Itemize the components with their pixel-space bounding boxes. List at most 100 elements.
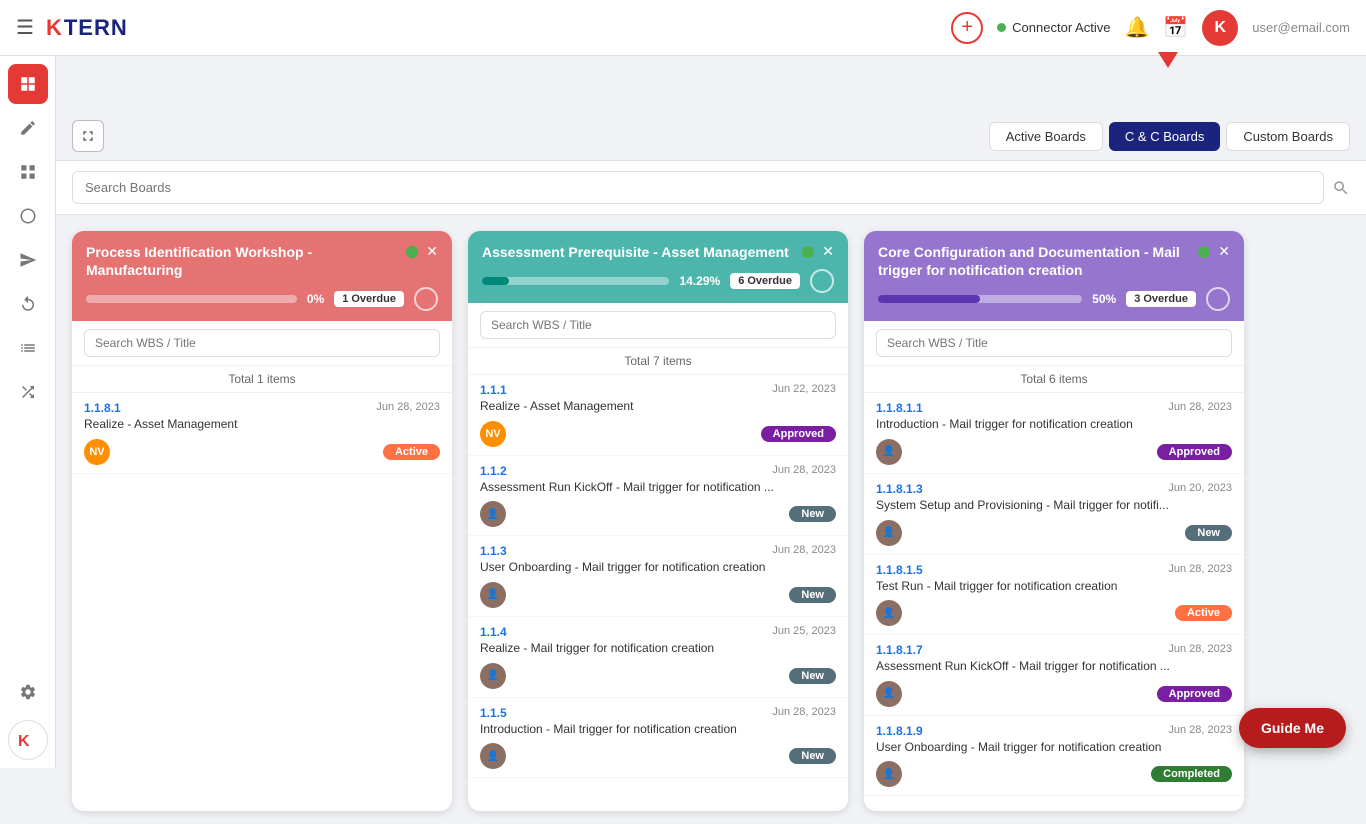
item-date: Jun 28, 2023 bbox=[772, 706, 836, 720]
item-wbs: 1.1.8.1 bbox=[84, 401, 121, 415]
board-body-3: Total 6 items 1.1.8.1.1 Jun 28, 2023 Int… bbox=[864, 321, 1244, 811]
item-row3: 👤 New bbox=[480, 582, 836, 608]
item-row3: 👤 Approved bbox=[876, 439, 1232, 465]
board-item: 1.1.1 Jun 22, 2023 Realize - Asset Manag… bbox=[468, 375, 848, 456]
item-wbs: 1.1.8.1.5 bbox=[876, 563, 923, 577]
item-title: User Onboarding - Mail trigger for notif… bbox=[876, 740, 1232, 756]
arrow-indicator bbox=[1158, 52, 1178, 68]
status-badge: Completed bbox=[1151, 766, 1232, 782]
sidebar-item-settings[interactable] bbox=[8, 672, 48, 712]
sidebar-item-list[interactable] bbox=[8, 328, 48, 368]
sidebar-item-edit[interactable] bbox=[8, 108, 48, 148]
item-wbs: 1.1.8.1.1 bbox=[876, 401, 923, 415]
board-tabs: Active Boards C & C Boards Custom Boards bbox=[56, 112, 1366, 161]
item-date: Jun 28, 2023 bbox=[1168, 401, 1232, 415]
svg-text:K: K bbox=[18, 733, 30, 750]
sidebar-item-redo[interactable] bbox=[8, 284, 48, 324]
board-item: 1.1.5 Jun 28, 2023 Introduction - Mail t… bbox=[468, 698, 848, 779]
board-search-3 bbox=[864, 321, 1244, 366]
circle-btn-3[interactable] bbox=[1206, 287, 1230, 311]
add-button[interactable]: + bbox=[951, 12, 983, 44]
item-avatar-img: 👤 bbox=[876, 520, 902, 546]
item-date: Jun 25, 2023 bbox=[772, 625, 836, 639]
sidebar-bottom: K bbox=[8, 672, 48, 760]
progress-bar-fill-3 bbox=[878, 295, 980, 303]
item-avatar-img: 👤 bbox=[480, 663, 506, 689]
status-badge: New bbox=[789, 587, 836, 603]
board-header-top-2: Assessment Prerequisite - Asset Manageme… bbox=[482, 243, 834, 261]
guide-me-button[interactable]: Guide Me bbox=[1239, 708, 1346, 748]
item-date: Jun 28, 2023 bbox=[1168, 643, 1232, 657]
progress-bar-bg-1 bbox=[86, 295, 297, 303]
close-icon-2[interactable]: ✕ bbox=[822, 243, 834, 260]
sidebar-item-send[interactable] bbox=[8, 240, 48, 280]
progress-bar-fill-2 bbox=[482, 277, 509, 285]
board-search-input-3[interactable] bbox=[876, 329, 1232, 357]
board-item: 1.1.3 Jun 28, 2023 User Onboarding - Mai… bbox=[468, 536, 848, 617]
item-row1: 1.1.4 Jun 25, 2023 bbox=[480, 625, 836, 639]
board-item: 1.1.8.1.3 Jun 20, 2023 System Setup and … bbox=[864, 474, 1244, 555]
avatar[interactable]: K bbox=[1202, 10, 1238, 46]
item-wbs: 1.1.8.1.3 bbox=[876, 482, 923, 496]
item-avatar-img: 👤 bbox=[876, 761, 902, 787]
board-tabs-left bbox=[72, 120, 104, 152]
close-icon-1[interactable]: ✕ bbox=[426, 243, 438, 260]
main-area: Active Boards C & C Boards Custom Boards… bbox=[56, 112, 1366, 824]
board-items-1: 1.1.8.1 Jun 28, 2023 Realize - Asset Man… bbox=[72, 393, 452, 811]
board-header-top-1: Process Identification Workshop - Manufa… bbox=[86, 243, 438, 279]
item-date: Jun 20, 2023 bbox=[1168, 482, 1232, 496]
board-total-3: Total 6 items bbox=[864, 366, 1244, 393]
connector-status: Connector Active bbox=[997, 20, 1110, 35]
board-search-input-1[interactable] bbox=[84, 329, 440, 357]
item-wbs: 1.1.8.1.9 bbox=[876, 724, 923, 738]
tab-active-boards[interactable]: Active Boards bbox=[989, 122, 1103, 151]
connector-label: Connector Active bbox=[1012, 20, 1110, 35]
board-items-2: 1.1.1 Jun 22, 2023 Realize - Asset Manag… bbox=[468, 375, 848, 811]
board-item: 1.1.8.1 Jun 28, 2023 Realize - Asset Man… bbox=[72, 393, 452, 474]
circle-btn-1[interactable] bbox=[414, 287, 438, 311]
item-title: Assessment Run KickOff - Mail trigger fo… bbox=[876, 659, 1232, 675]
board-card-1: Process Identification Workshop - Manufa… bbox=[72, 231, 452, 811]
item-row1: 1.1.8.1.5 Jun 28, 2023 bbox=[876, 563, 1232, 577]
search-input[interactable] bbox=[72, 171, 1324, 204]
user-name: user@email.com bbox=[1252, 20, 1350, 35]
expand-button[interactable] bbox=[72, 120, 104, 152]
board-progress-row-2: 14.29% 6 Overdue bbox=[482, 269, 834, 293]
item-wbs: 1.1.8.1.7 bbox=[876, 643, 923, 657]
progress-pct-3: 50% bbox=[1092, 292, 1116, 306]
item-wbs: 1.1.2 bbox=[480, 464, 507, 478]
board-header-1: Process Identification Workshop - Manufa… bbox=[72, 231, 452, 321]
sidebar-item-active[interactable] bbox=[8, 64, 48, 104]
item-row1: 1.1.8.1.1 Jun 28, 2023 bbox=[876, 401, 1232, 415]
item-row1: 1.1.1 Jun 22, 2023 bbox=[480, 383, 836, 397]
item-row3: 👤 Completed bbox=[876, 761, 1232, 787]
item-avatar-img: 👤 bbox=[876, 681, 902, 707]
close-icon-3[interactable]: ✕ bbox=[1218, 243, 1230, 260]
bell-icon[interactable]: 🔔 bbox=[1124, 15, 1149, 40]
board-card-2: Assessment Prerequisite - Asset Manageme… bbox=[468, 231, 848, 811]
ktern-mini-logo[interactable]: K bbox=[8, 720, 48, 760]
calendar-icon[interactable]: 📅 bbox=[1163, 15, 1188, 40]
board-title-2: Assessment Prerequisite - Asset Manageme… bbox=[482, 243, 802, 261]
item-row1: 1.1.2 Jun 28, 2023 bbox=[480, 464, 836, 478]
sidebar-item-drop[interactable] bbox=[8, 196, 48, 236]
board-header-icons-1: ✕ bbox=[406, 243, 438, 260]
item-title: Introduction - Mail trigger for notifica… bbox=[876, 417, 1232, 433]
item-avatar-img: 👤 bbox=[480, 582, 506, 608]
status-badge: Active bbox=[1175, 605, 1232, 621]
navbar: ☰ K TERN + Connector Active 🔔 📅 K user@e… bbox=[0, 0, 1366, 56]
hamburger-icon[interactable]: ☰ bbox=[16, 15, 34, 40]
board-search-input-2[interactable] bbox=[480, 311, 836, 339]
item-row3: 👤 New bbox=[480, 663, 836, 689]
circle-btn-2[interactable] bbox=[810, 269, 834, 293]
status-badge: Active bbox=[383, 444, 440, 460]
item-title: Realize - Asset Management bbox=[84, 417, 440, 433]
item-avatar-img: 👤 bbox=[876, 600, 902, 626]
sidebar-item-grid[interactable] bbox=[8, 152, 48, 192]
tab-custom-boards[interactable]: Custom Boards bbox=[1226, 122, 1350, 151]
sidebar-item-shuffle[interactable] bbox=[8, 372, 48, 412]
tab-cc-boards[interactable]: C & C Boards bbox=[1109, 122, 1220, 151]
item-row3: NV Active bbox=[84, 439, 440, 465]
navbar-left: ☰ K TERN bbox=[16, 15, 128, 41]
item-row1: 1.1.8.1.3 Jun 20, 2023 bbox=[876, 482, 1232, 496]
